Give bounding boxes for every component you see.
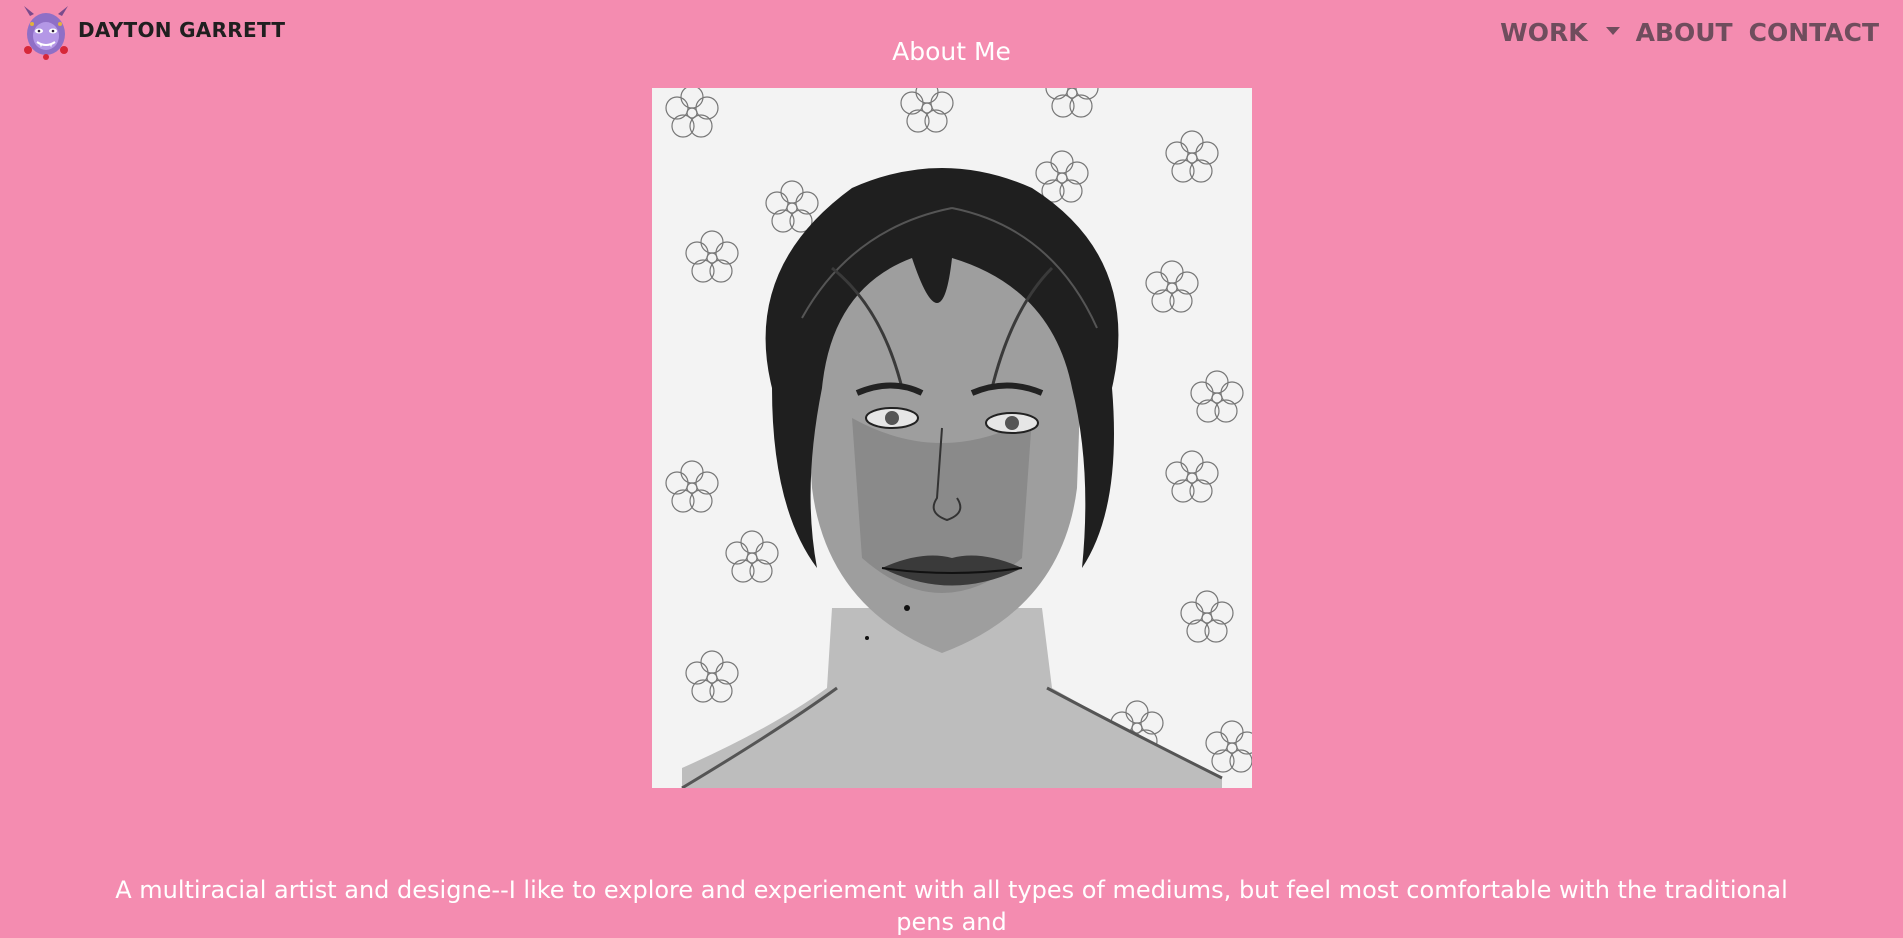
- portrait-drawing: [652, 88, 1252, 788]
- page-title: About Me: [892, 37, 1011, 66]
- caret-down-icon: [1605, 27, 1620, 35]
- portrait-image: [652, 88, 1252, 788]
- bio-text: A multiracial artist and designe--I like…: [115, 876, 1788, 936]
